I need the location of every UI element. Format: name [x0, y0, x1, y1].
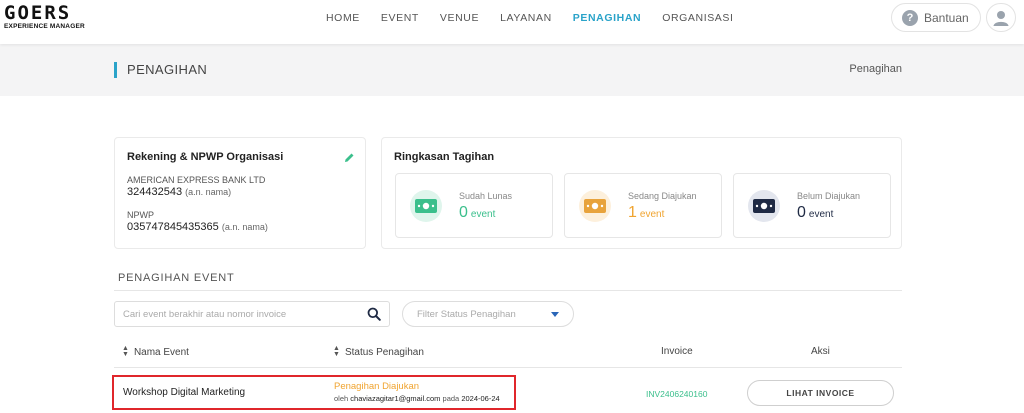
- view-invoice-button[interactable]: LIHAT INVOICE: [747, 380, 894, 406]
- bank-name: AMERICAN EXPRESS BANK LTD: [127, 175, 266, 185]
- user-icon: [993, 10, 1009, 26]
- status-filter-select[interactable]: Filter Status Penagihan: [402, 301, 574, 327]
- stat-submitted-value-line: 1 event: [628, 204, 664, 222]
- stat-submitted: Sedang Diajukan 1 event: [564, 173, 722, 238]
- nav-home[interactable]: HOME: [326, 12, 360, 24]
- help-label: Bantuan: [924, 10, 969, 25]
- status-cell: Penagihan Diajukan oleh chaviazagitar1@g…: [334, 381, 500, 403]
- sort-icon: ▲ ▼: [333, 345, 340, 358]
- stat-unsubmitted: Belum Diajukan 0 event: [733, 173, 891, 238]
- column-header-action: Aksi: [811, 346, 830, 357]
- stat-submitted-value: 1: [628, 204, 637, 221]
- stat-unsubmitted-value-line: 0 event: [797, 204, 833, 222]
- status-date: 2024-06-24: [461, 394, 500, 403]
- account-holder: (a.n. nama): [185, 187, 232, 197]
- column-header-event[interactable]: ▲ ▼ Nama Event: [122, 345, 189, 358]
- caret-down-icon: [551, 312, 559, 317]
- stat-submitted-label: Sedang Diajukan: [628, 191, 697, 201]
- logo-tagline: EXPERIENCE MANAGER: [4, 23, 85, 30]
- event-name-cell: Workshop Digital Marketing: [123, 387, 246, 398]
- page-title: PENAGIHAN: [114, 62, 207, 78]
- help-button[interactable]: ? Bantuan: [891, 3, 981, 32]
- status-detail: oleh chaviazagitar1@gmail.com pada 2024-…: [334, 394, 500, 403]
- goers-logo[interactable]: GOERS EXPERIENCE MANAGER: [4, 3, 85, 31]
- pencil-icon[interactable]: [344, 150, 355, 168]
- status-prefix: oleh: [334, 394, 349, 403]
- column-header-status-label: Status Penagihan: [344, 346, 424, 358]
- billing-summary-card: Ringkasan Tagihan Sudah Lunas 0 event Sed…: [381, 137, 902, 249]
- stat-submitted-unit: event: [639, 209, 665, 220]
- sort-icon: ▲ ▼: [122, 345, 129, 358]
- account-number-line: 324432543 (a.n. nama): [127, 186, 231, 198]
- npwp-line: 035747845435365 (a.n. nama): [127, 221, 268, 233]
- npwp-label: NPWP: [127, 210, 154, 220]
- logo-wordmark: GOERS: [4, 2, 72, 24]
- top-navbar: GOERS EXPERIENCE MANAGER HOME EVENT VENU…: [0, 0, 1024, 44]
- section-divider: [114, 290, 902, 291]
- stat-paid-value: 0: [459, 204, 468, 221]
- question-circle-icon: ?: [902, 9, 918, 26]
- nav-organisasi[interactable]: ORGANISASI: [662, 12, 733, 24]
- avatar-button[interactable]: [986, 3, 1016, 32]
- status-filter-label: Filter Status Penagihan: [417, 309, 516, 320]
- summary-card-title: Ringkasan Tagihan: [394, 151, 495, 163]
- invoice-number-link[interactable]: INV2406240160: [646, 389, 707, 399]
- account-number: 324432543: [127, 186, 183, 198]
- money-icon: [410, 190, 442, 222]
- column-header-invoice: Invoice: [661, 346, 693, 357]
- search-box: [114, 301, 390, 327]
- search-icon[interactable]: [367, 307, 381, 326]
- nav-penagihan[interactable]: PENAGIHAN: [573, 12, 641, 24]
- stat-unsubmitted-label: Belum Diajukan: [797, 191, 861, 201]
- column-header-action-label: Aksi: [811, 346, 830, 357]
- status-text: Penagihan Diajukan: [334, 381, 420, 392]
- status-email: chaviazagitar1@gmail.com: [350, 394, 441, 403]
- stat-paid-unit: event: [470, 209, 496, 220]
- nav-layanan[interactable]: LAYANAN: [500, 12, 552, 24]
- account-card-title: Rekening & NPWP Organisasi: [127, 151, 284, 163]
- column-header-invoice-label: Invoice: [661, 346, 693, 357]
- stat-paid-value-line: 0 event: [459, 204, 495, 222]
- npwp-holder: (a.n. nama): [221, 222, 268, 232]
- money-icon: [579, 190, 611, 222]
- column-header-event-label: Nama Event: [133, 346, 189, 358]
- main-nav: HOME EVENT VENUE LAYANAN PENAGIHAN ORGAN…: [326, 12, 755, 24]
- npwp-number: 035747845435365: [127, 221, 219, 233]
- nav-venue[interactable]: VENUE: [440, 12, 479, 24]
- status-mid: pada: [442, 394, 460, 403]
- account-card: Rekening & NPWP Organisasi AMERICAN EXPR…: [114, 137, 366, 249]
- stat-unsubmitted-value: 0: [797, 204, 806, 221]
- table-header-divider: [114, 367, 902, 368]
- section-title: PENAGIHAN EVENT: [118, 272, 235, 284]
- column-header-status[interactable]: ▲ ▼ Status Penagihan: [333, 345, 424, 358]
- breadcrumb[interactable]: Penagihan: [849, 63, 902, 75]
- stat-unsubmitted-unit: event: [808, 209, 834, 220]
- stat-paid: Sudah Lunas 0 event: [395, 173, 553, 238]
- nav-event[interactable]: EVENT: [381, 12, 419, 24]
- stat-paid-label: Sudah Lunas: [459, 191, 513, 201]
- search-input[interactable]: [123, 306, 359, 322]
- money-icon: [748, 190, 780, 222]
